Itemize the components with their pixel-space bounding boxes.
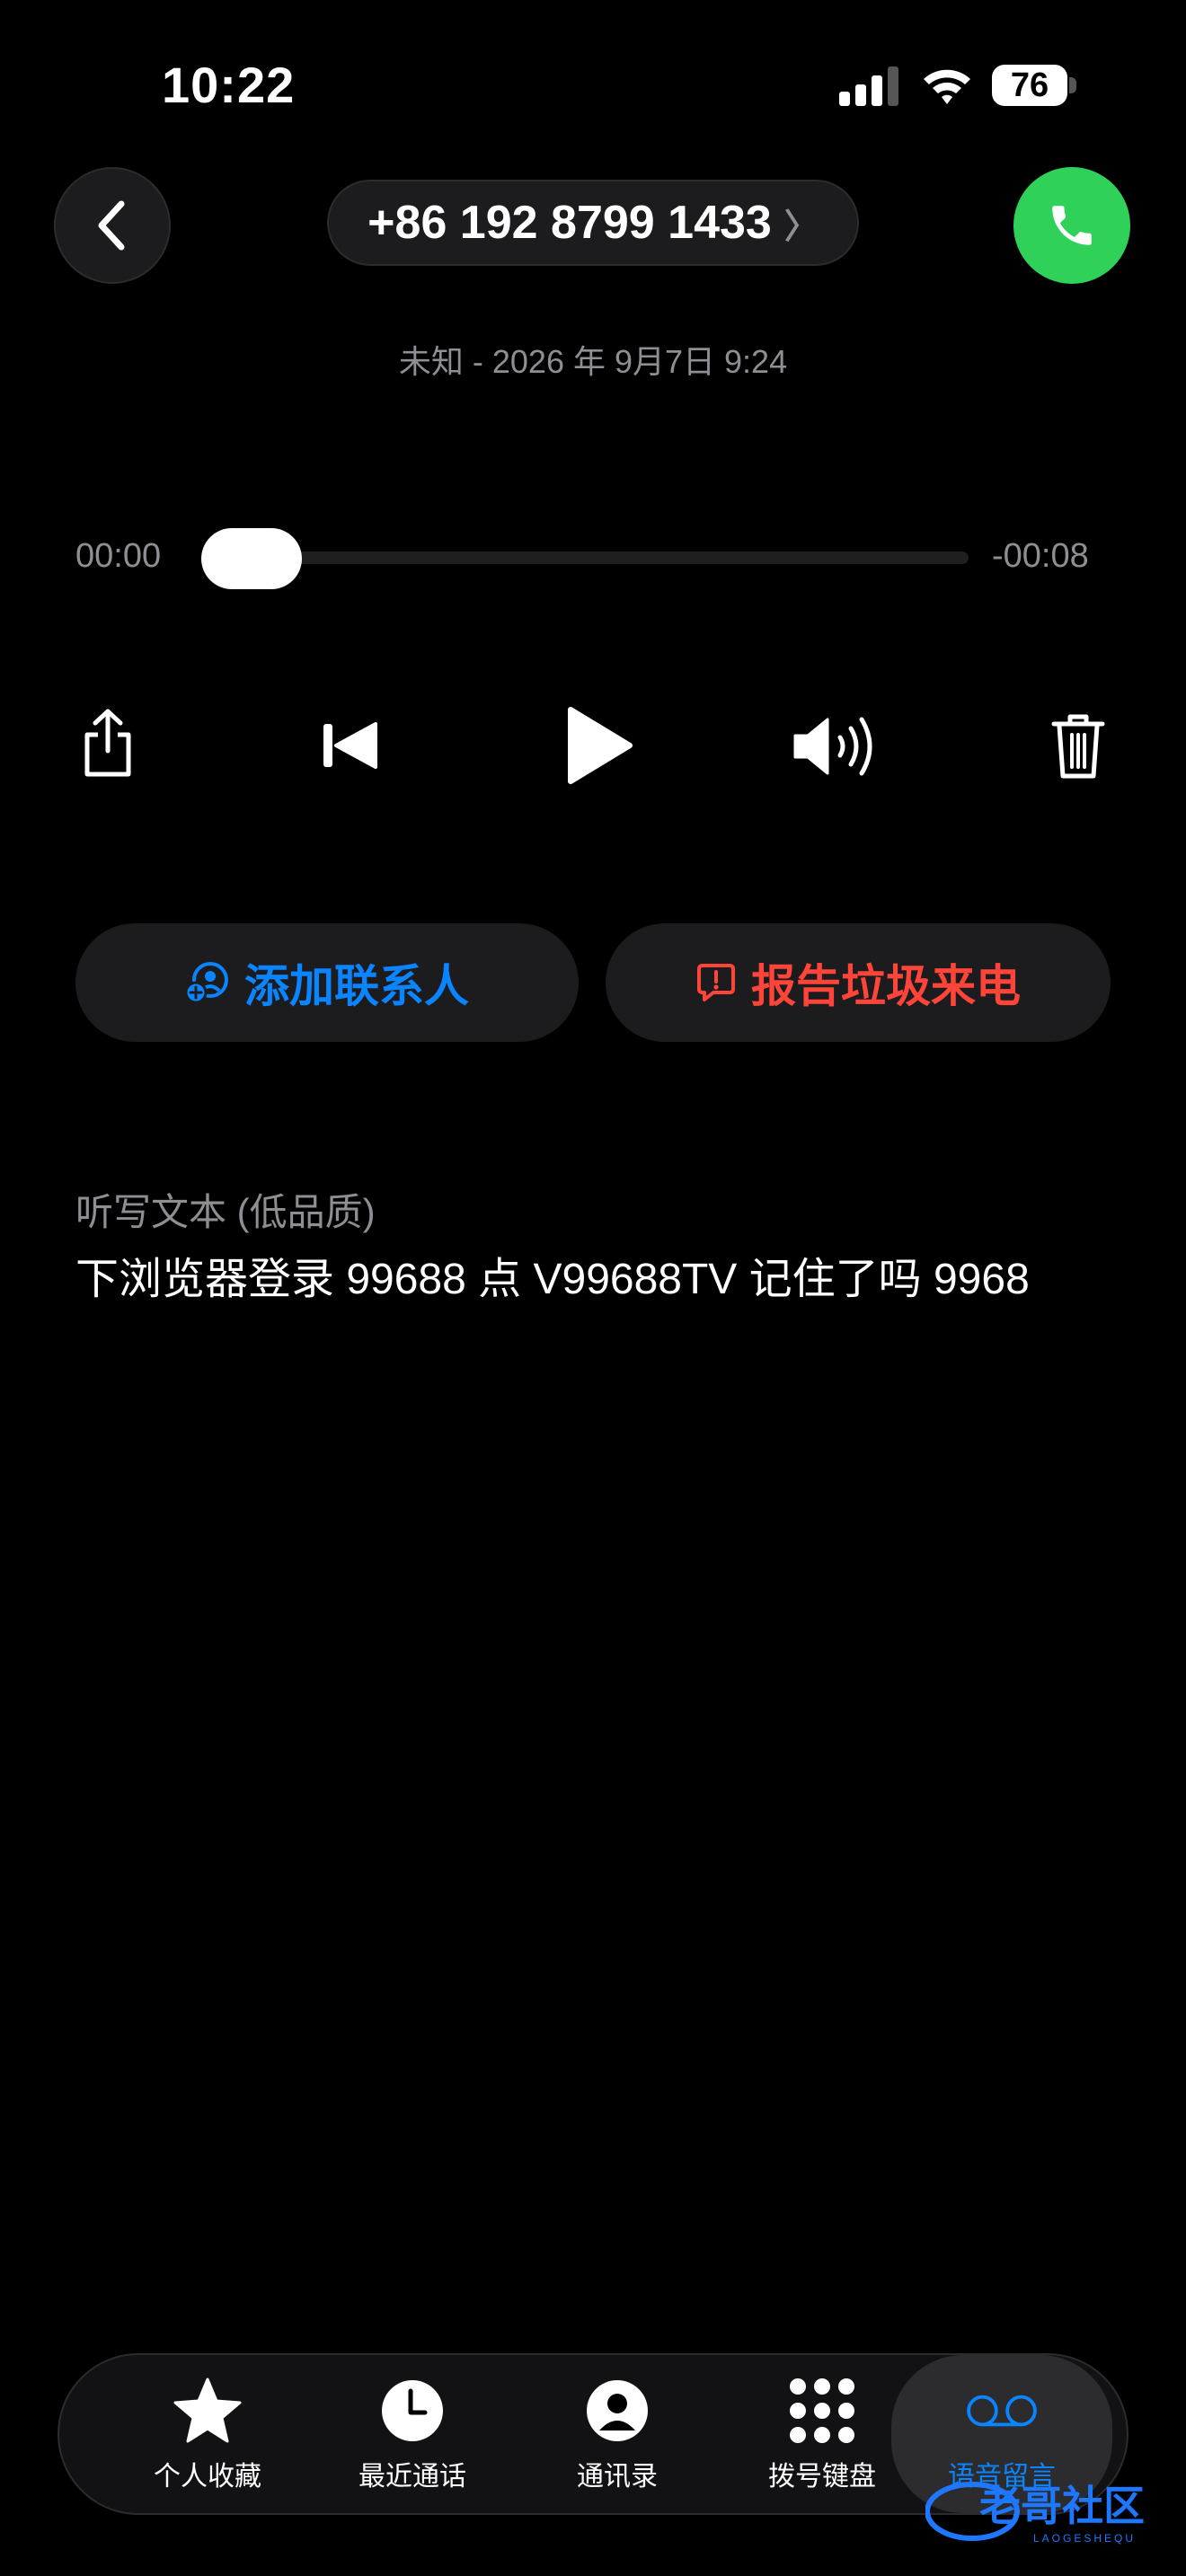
tab-keypad-label: 拨号键盘 [768,2462,876,2492]
star-icon [172,2375,243,2447]
phone-number: +86 192 8799 1433 [367,197,772,249]
tab-favorites[interactable]: 个人收藏 [104,2355,311,2513]
watermark-logo: 老哥社区 LAOGESHEQU [925,2482,1145,2545]
clock-icon [376,2375,448,2447]
scrubber-thumb[interactable] [201,528,302,589]
remaining-time: -00:08 [992,537,1089,575]
wifi-icon [924,69,970,104]
voicemail-meta: 未知 - 2026 年 9月7日 9:24 [398,343,788,380]
battery-level: 76 [992,65,1067,106]
add-contact-label: 添加联系人 [244,961,469,1011]
play-icon [568,707,633,784]
report-spam-button[interactable]: 报告垃圾来电 [606,923,1111,1042]
elapsed-time: 00:00 [75,537,162,575]
cellular-signal-icon [839,66,898,106]
share-icon [84,709,131,777]
battery-cap [1069,77,1076,93]
tab-favorites-label: 个人收藏 [154,2462,261,2492]
transcript-text: 下浏览器登录 99688 点 V99688TV 记住了吗 9968 [75,1256,1030,1303]
call-button[interactable] [1013,167,1130,284]
report-spam-label: 报告垃圾来电 [751,961,1021,1011]
battery-icon: 76 [992,65,1078,106]
delete-button[interactable] [1044,704,1112,787]
voicemail-icon [966,2375,1038,2447]
watermark-sub: LAOGESHEQU [1033,2532,1136,2545]
tab-contacts[interactable]: 通讯录 [514,2355,721,2513]
speaker-button[interactable] [787,706,886,787]
contact-number-pill[interactable]: +86 192 8799 1433 〉 [327,180,859,266]
back-button[interactable] [54,167,171,284]
share-button[interactable] [72,701,144,787]
chevron-left-icon [98,200,125,251]
playback-scrubber[interactable] [201,551,969,564]
speaker-icon [793,717,872,776]
add-contact-icon [185,962,228,1004]
add-contact-button[interactable]: 添加联系人 [75,923,579,1042]
watermark-text: 老哥社区 [979,2483,1145,2529]
chevron-right-icon: 〉 [783,207,819,246]
phone-icon [1052,206,1092,245]
report-icon [697,964,735,1001]
transcript-label: 听写文本 (低品质) [75,1191,376,1233]
status-time: 10:22 [162,57,296,113]
tab-contacts-label: 通讯录 [577,2462,658,2492]
tab-recents-label: 最近通话 [358,2462,466,2492]
tab-recents[interactable]: 最近通话 [309,2355,516,2513]
play-button[interactable] [552,695,647,796]
skip-back-button[interactable] [314,710,386,781]
trash-icon [1051,714,1105,779]
skip-back-icon [323,722,377,769]
keypad-icon [786,2375,858,2447]
person-icon [581,2375,653,2447]
